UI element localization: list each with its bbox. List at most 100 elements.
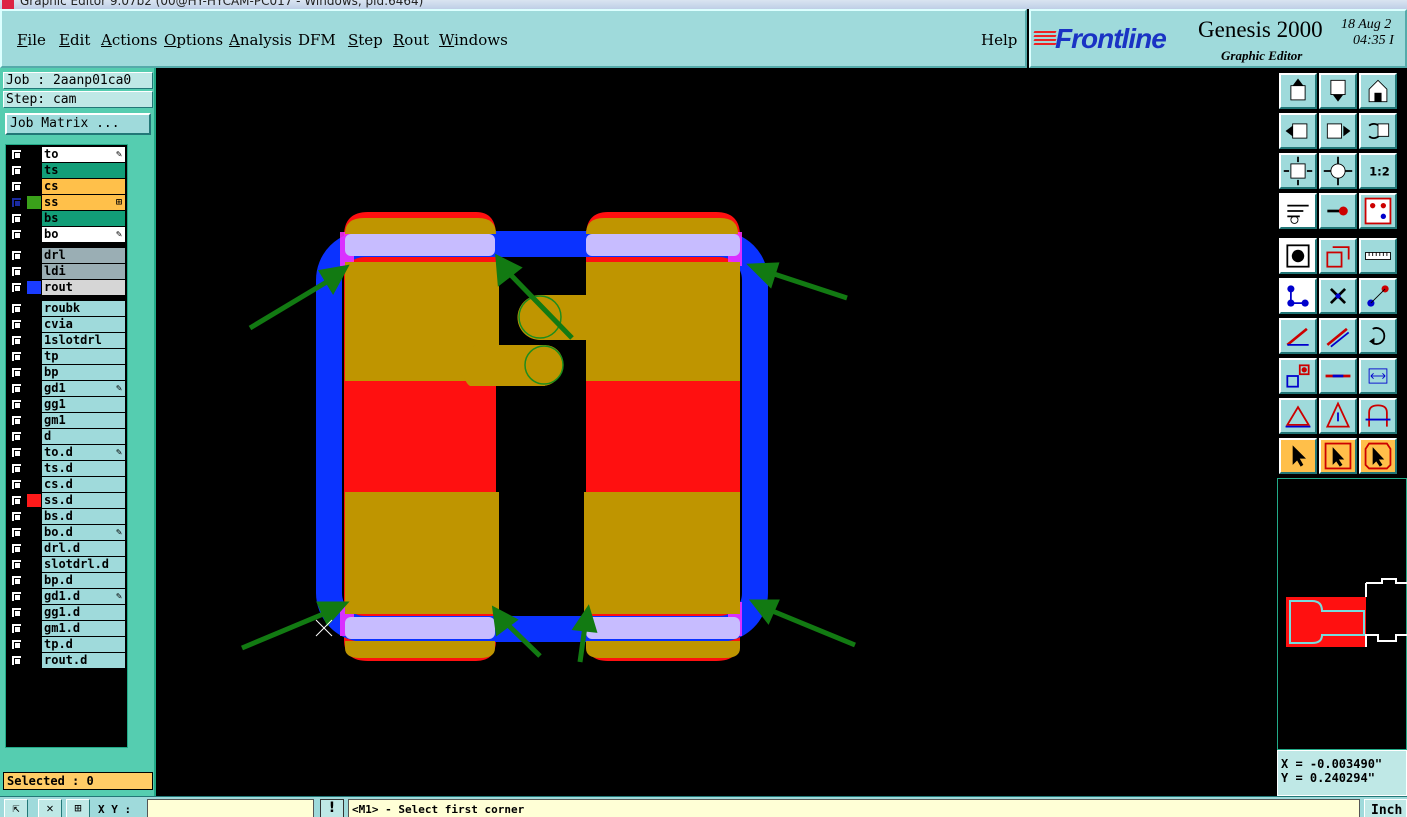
layer-color-swatch[interactable] bbox=[27, 180, 41, 193]
menu-windows[interactable]: Windows bbox=[439, 31, 508, 49]
menu-dfm[interactable]: DFM bbox=[298, 31, 336, 49]
menu-edit[interactable]: Edit bbox=[59, 31, 90, 49]
layer-name[interactable]: ldi bbox=[42, 264, 125, 279]
undo-zoom-button[interactable] bbox=[1359, 113, 1397, 149]
layer-row-bs-d[interactable]: bs.d bbox=[8, 509, 127, 524]
layer-name[interactable]: tp bbox=[42, 349, 125, 364]
layer-checkbox[interactable] bbox=[11, 303, 22, 314]
layer-row-ss[interactable]: ss ⊞ bbox=[8, 195, 127, 210]
layer-color-swatch[interactable] bbox=[27, 228, 41, 241]
connect-nodes-button[interactable] bbox=[1279, 278, 1317, 314]
layer-color-swatch[interactable] bbox=[27, 590, 41, 603]
layer-name[interactable]: bo.d ✎ bbox=[42, 525, 125, 540]
layer-row-slotdrl-d[interactable]: slotdrl.d bbox=[8, 557, 127, 572]
layer-checkbox[interactable] bbox=[11, 181, 22, 192]
layer-row-1slotdrl[interactable]: 1slotdrl bbox=[8, 333, 127, 348]
move-to-bottom-button[interactable] bbox=[1319, 73, 1357, 109]
layer-checkbox[interactable] bbox=[11, 250, 22, 261]
layer-checkbox[interactable] bbox=[11, 479, 22, 490]
ruler-button[interactable] bbox=[1359, 238, 1397, 274]
layer-checkbox[interactable] bbox=[11, 165, 22, 176]
layer-color-swatch[interactable] bbox=[27, 654, 41, 667]
layer-checkbox[interactable] bbox=[11, 213, 22, 224]
layer-color-swatch[interactable] bbox=[27, 249, 41, 262]
layer-checkbox[interactable] bbox=[11, 463, 22, 474]
layer-row-bo-d[interactable]: bo.d ✎ bbox=[8, 525, 127, 540]
layer-color-swatch[interactable] bbox=[27, 265, 41, 278]
units-button[interactable]: Inch bbox=[1364, 799, 1407, 817]
layer-name[interactable]: to ✎ bbox=[42, 147, 125, 162]
layer-name[interactable]: bp.d bbox=[42, 573, 125, 588]
layer-row-rout[interactable]: rout bbox=[8, 280, 127, 295]
layer-checkbox[interactable] bbox=[11, 495, 22, 506]
menu-rout[interactable]: Rout bbox=[393, 31, 429, 49]
layer-row-gd1-d[interactable]: gd1.d ✎ bbox=[8, 589, 127, 604]
layer-checkbox[interactable] bbox=[11, 559, 22, 570]
zoom-1to2-button[interactable]: 1:2 bbox=[1359, 153, 1397, 189]
layer-checkbox[interactable] bbox=[11, 639, 22, 650]
layer-color-swatch[interactable] bbox=[27, 302, 41, 315]
layer-checkbox[interactable] bbox=[11, 511, 22, 522]
layer-row-drl[interactable]: drl bbox=[8, 248, 127, 263]
layer-name[interactable]: gd1 ✎ bbox=[42, 381, 125, 396]
job-matrix-button[interactable]: Job Matrix ... bbox=[5, 113, 151, 135]
layer-name[interactable]: gm1.d bbox=[42, 621, 125, 636]
menu-file[interactable]: File bbox=[17, 31, 46, 49]
layer-checkbox[interactable] bbox=[11, 591, 22, 602]
pointer-button[interactable] bbox=[1279, 438, 1317, 474]
layer-color-swatch[interactable] bbox=[27, 494, 41, 507]
layer-color-swatch[interactable] bbox=[27, 318, 41, 331]
layer-color-swatch[interactable] bbox=[27, 574, 41, 587]
layer-color-swatch[interactable] bbox=[27, 526, 41, 539]
zoom-center-button[interactable] bbox=[1319, 153, 1357, 189]
layer-color-swatch[interactable] bbox=[27, 638, 41, 651]
line-blue-button[interactable] bbox=[1319, 318, 1357, 354]
layer-name[interactable]: gm1 bbox=[42, 413, 125, 428]
move-to-top-button[interactable] bbox=[1279, 73, 1317, 109]
layer-row-bp-d[interactable]: bp.d bbox=[8, 573, 127, 588]
layer-name[interactable]: bo ✎ bbox=[42, 227, 125, 242]
menu-help[interactable]: Help bbox=[981, 31, 1017, 49]
layer-name[interactable]: ss ⊞ bbox=[42, 195, 125, 210]
layer-name[interactable]: cvia bbox=[42, 317, 125, 332]
layer-row-gg1-d[interactable]: gg1.d bbox=[8, 605, 127, 620]
measure-tools-button[interactable] bbox=[1279, 193, 1317, 229]
layer-row-roubk[interactable]: roubk bbox=[8, 301, 127, 316]
menu-step[interactable]: Step bbox=[348, 31, 383, 49]
layer-checkbox[interactable] bbox=[11, 367, 22, 378]
layer-color-swatch[interactable] bbox=[27, 414, 41, 427]
layer-name[interactable]: ts.d bbox=[42, 461, 125, 476]
layer-row-bo[interactable]: bo ✎ bbox=[8, 227, 127, 242]
menu-options[interactable]: Options bbox=[164, 31, 223, 49]
layer-color-swatch[interactable] bbox=[27, 558, 41, 571]
layer-color-swatch[interactable] bbox=[27, 446, 41, 459]
horizontal-line-button[interactable] bbox=[1319, 358, 1357, 394]
layer-name[interactable]: gg1.d bbox=[42, 605, 125, 620]
layer-checkbox[interactable] bbox=[11, 431, 22, 442]
layer-checkbox[interactable] bbox=[11, 266, 22, 277]
layer-row-bs[interactable]: bs bbox=[8, 211, 127, 226]
layer-checkbox[interactable] bbox=[11, 655, 22, 666]
layer-name[interactable]: to.d ✎ bbox=[42, 445, 125, 460]
layer-name[interactable]: gg1 bbox=[42, 397, 125, 412]
layer-color-swatch[interactable] bbox=[27, 542, 41, 555]
layer-name[interactable]: gd1.d ✎ bbox=[42, 589, 125, 604]
layer-checkbox[interactable] bbox=[11, 319, 22, 330]
layer-checkbox[interactable] bbox=[11, 399, 22, 410]
line-red-button[interactable] bbox=[1279, 318, 1317, 354]
layer-name[interactable]: drl.d bbox=[42, 541, 125, 556]
grid-tool-button[interactable]: ⊞ bbox=[66, 799, 90, 817]
layer-checkbox[interactable] bbox=[11, 543, 22, 554]
snap-button[interactable] bbox=[1319, 193, 1357, 229]
layer-row-rout-d[interactable]: rout.d bbox=[8, 653, 127, 668]
menu-analysis[interactable]: Analysis bbox=[229, 31, 292, 49]
alert-button[interactable]: ! bbox=[320, 799, 344, 817]
layer-name[interactable]: slotdrl.d bbox=[42, 557, 125, 572]
layer-row-gm1-d[interactable]: gm1.d bbox=[8, 621, 127, 636]
draw-rect-button[interactable] bbox=[1319, 238, 1357, 274]
layer-color-swatch[interactable] bbox=[27, 430, 41, 443]
pan-right-button[interactable] bbox=[1319, 113, 1357, 149]
fill-screen-button[interactable] bbox=[1279, 238, 1317, 274]
layer-name[interactable]: drl bbox=[42, 248, 125, 263]
layer-name[interactable]: bs bbox=[42, 211, 125, 226]
